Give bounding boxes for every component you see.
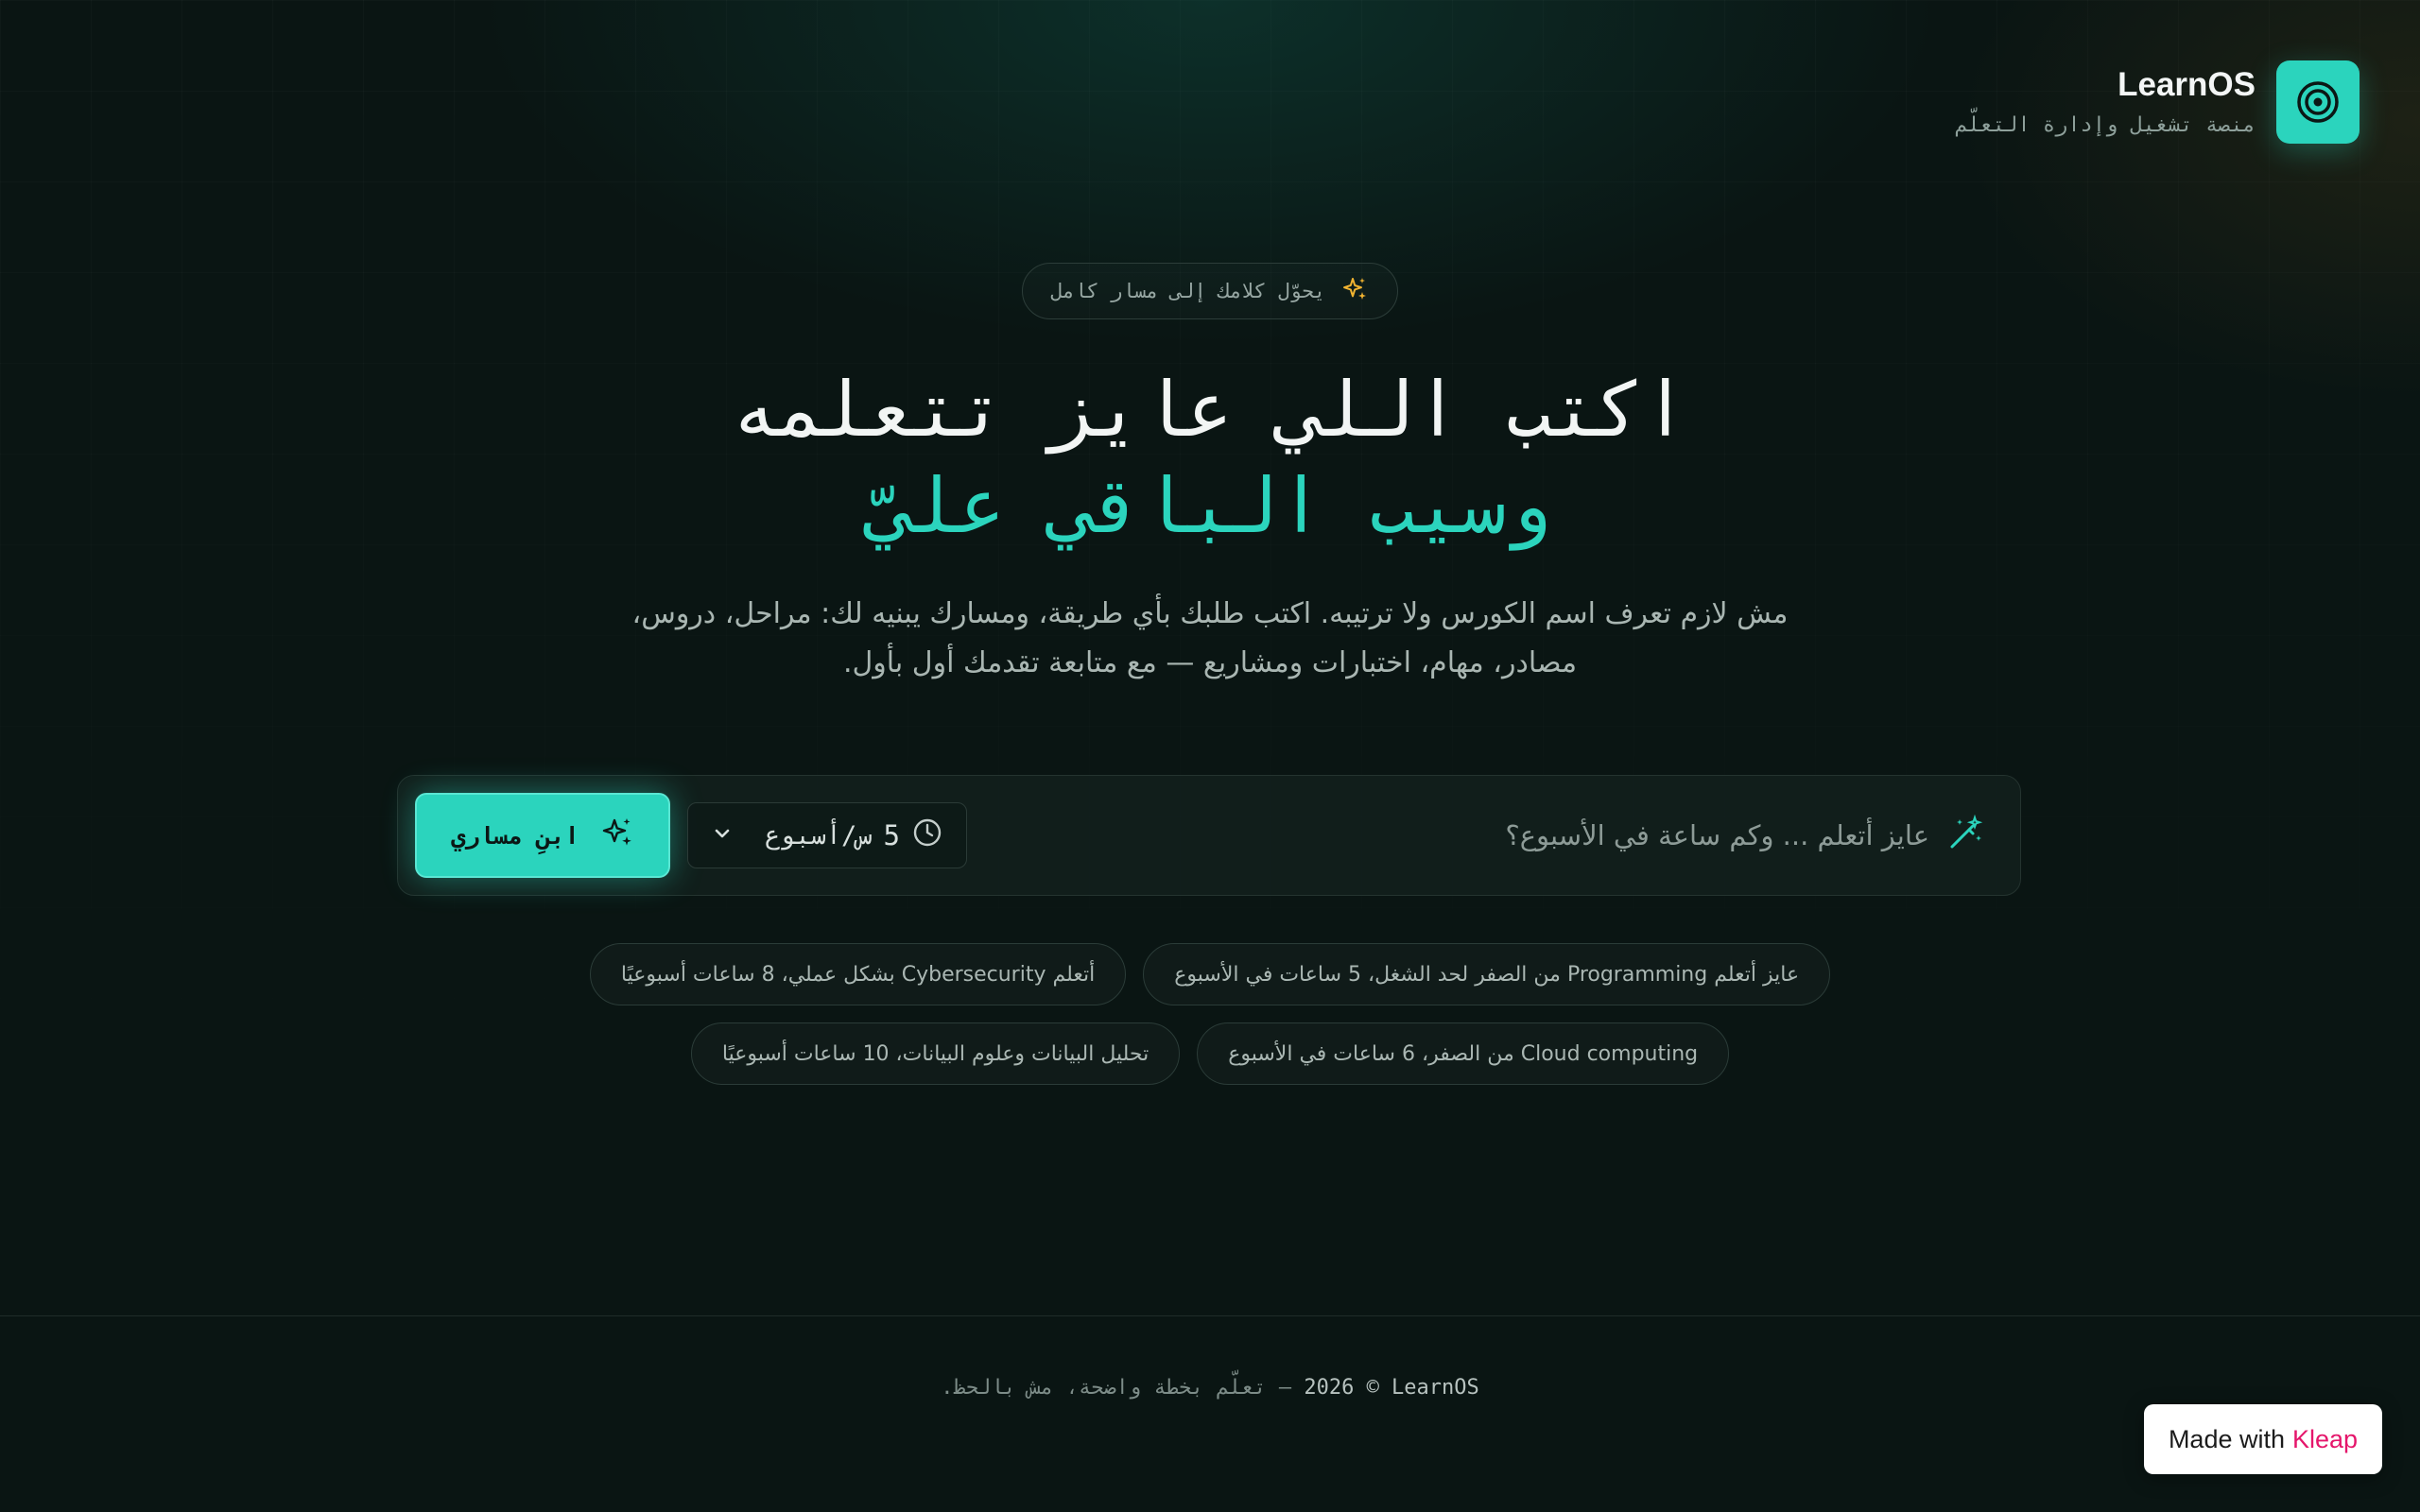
brand[interactable]: LearnOS منصة تشغيل وإدارة التعلّم [1955,60,2360,144]
brand-tagline: منصة تشغيل وإدارة التعلّم [1955,112,2256,137]
chevron-down-icon [711,822,734,849]
build-path-button-label: ابنِ مساري [451,821,579,850]
suggestion-row-2: Cloud computing من الصفر، 6 ساعات في الأ… [690,1022,1730,1085]
suggestion-chip[interactable]: أتعلم Cybersecurity بشكل عملي، 8 ساعات أ… [589,943,1127,1005]
hours-per-week-select[interactable]: س/أسبوع 5 [687,802,967,868]
feature-pill-text: يحوّل كلامك إلى مسار كامل [1050,280,1326,302]
made-with-kleap-badge[interactable]: Made with Kleap [2144,1404,2382,1474]
hours-value: س/أسبوع 5 [765,816,943,855]
build-path-button[interactable]: ابنِ مساري [415,793,670,878]
hero-description: مش لازم تعرف اسم الكورس ولا ترتيبه. اكتب… [631,597,1789,679]
suggestion-chip[interactable]: Cloud computing من الصفر، 6 ساعات في الأ… [1197,1022,1730,1085]
suggestion-chip[interactable]: عايز أتعلم Programming من الصفر لحد الشغ… [1143,943,1831,1005]
footer-copyright: 2026 © LearnOS [1304,1376,1479,1400]
composer-controls: ابنِ مساري س/أسبوع 5 [415,793,967,878]
background-grid [0,0,2420,1512]
background-glow [0,0,2420,1512]
clock-icon [911,816,943,855]
sparkles-icon [600,816,634,855]
suggestion-row-1: عايز أتعلم Programming من الصفر لحد الشغ… [589,943,1831,1005]
suggestion-chips: عايز أتعلم Programming من الصفر لحد الشغ… [0,943,2420,1085]
footer: 2026 © LearnOS — تعلّم بخطة واضحة، مش با… [0,1376,2420,1400]
hours-unit: س/أسبوع [764,820,873,850]
footer-dash: — [1278,1376,1292,1400]
hero-section: يحوّل كلامك إلى مسار كامل اكتب اللي عايز… [0,263,2420,688]
made-with-label: Made with [2168,1424,2285,1453]
brand-name: LearnOS [2118,66,2256,104]
footer-divider [0,1315,2420,1316]
headline-line-2: وسيب الباقي عليّ [868,462,1552,550]
brand-text: LearnOS منصة تشغيل وإدارة التعلّم [1955,67,2256,137]
goal-input-placeholder: عايز أتعلم ... وكم ساعة في الأسبوع؟ [1505,819,1929,851]
target-icon [2276,60,2360,144]
footer-slogan: تعلّم بخطة واضحة، مش بالحظ. [941,1376,1267,1400]
goal-composer: عايز أتعلم ... وكم ساعة في الأسبوع؟ ابنِ… [397,775,2021,896]
headline-line-1: اكتب اللي عايز تتعلمه [732,366,1688,454]
kleap-label: Kleap [2292,1424,2359,1453]
feature-pill: يحوّل كلامك إلى مسار كامل [1021,263,1399,319]
goal-input[interactable]: عايز أتعلم ... وكم ساعة في الأسبوع؟ [967,798,1984,873]
sparkles-icon [1340,275,1369,308]
suggestion-chip[interactable]: تحليل البيانات وعلوم البيانات، 10 ساعات … [690,1022,1181,1085]
magic-wand-icon [1946,814,1984,856]
hours-number: 5 [883,819,900,851]
